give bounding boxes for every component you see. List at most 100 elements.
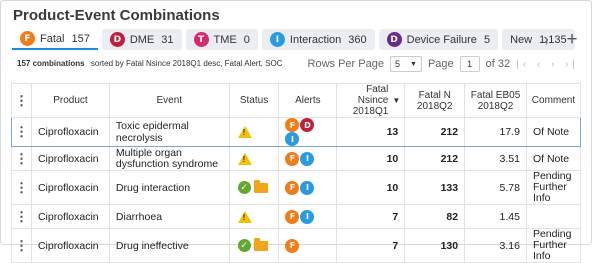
page-input[interactable]: 1 [459, 56, 480, 72]
cell-comment: Of Note [525, 117, 582, 147]
tab-count: 360 [348, 33, 367, 46]
chevron-right-icon[interactable]: › [539, 29, 553, 50]
check-icon: ✓ [237, 239, 251, 252]
alert-badge-icon: F [285, 238, 300, 253]
tab-label: DME [129, 33, 155, 46]
panel-title: Product-Event Combinations [13, 7, 220, 24]
warning-icon [237, 126, 252, 139]
table-row[interactable]: ⋮ Ciprofloxacin Drug ineffective ✓ F 7 130 3.16… [11, 228, 582, 263]
table-row[interactable]: ⋮ Ciprofloxacin Toxic epidermal necrolysis… [11, 117, 582, 147]
cell-product: Ciprofloxacin [30, 117, 110, 147]
tab-badge-icon: F [20, 31, 35, 46]
cell-comment [525, 204, 582, 229]
tab-count: 0 [243, 33, 250, 46]
tab-label: TME [213, 33, 237, 46]
cell-status [228, 204, 280, 229]
cell-fatal-nsince: 10 [336, 170, 406, 205]
col-product[interactable]: Product [30, 83, 110, 118]
cell-fatal-eb05: 3.16 [464, 228, 527, 263]
cell-fatal-n: 82 [404, 204, 466, 229]
col-status[interactable]: Status [228, 83, 280, 118]
more-vertical-icon: ⋮ [14, 179, 28, 195]
cell-fatal-n: 130 [404, 228, 466, 263]
rows-per-page-select[interactable]: 5 ▼ [389, 56, 422, 72]
cell-alerts: FI [278, 204, 338, 229]
column-menu[interactable]: ⋮ [11, 83, 32, 118]
chevron-down-icon: ▼ [410, 60, 417, 68]
pager: Rows Per Page 5 ▼ Page 1 of 32 |‹ ‹ › ›| [308, 56, 579, 72]
cell-comment: Of Note [525, 146, 582, 171]
cell-alerts: FI [278, 170, 338, 205]
more-vertical-icon: ⋮ [14, 124, 28, 139]
col-fatal-n[interactable]: Fatal N 2018Q2 [404, 83, 466, 118]
tab-device-failure[interactable]: D Device Failure 5 [378, 29, 499, 50]
tab-count: 31 [161, 33, 174, 46]
alert-badge-icon: I [300, 180, 315, 195]
warning-icon [237, 152, 252, 165]
cell-fatal-n: 212 [404, 146, 466, 171]
cell-comment: Pending Further Info [525, 170, 582, 205]
col-fatal-eb05[interactable]: Fatal EB05 2018Q2 [464, 83, 527, 118]
tab-badge-icon: D [109, 32, 125, 47]
row-menu[interactable]: ⋮ [11, 228, 32, 263]
col-alerts[interactable]: Alerts [278, 83, 338, 118]
tab-interaction[interactable]: I Interaction 360 [261, 29, 375, 50]
tab-label: Fatal [40, 32, 65, 45]
col-comment[interactable]: Comment [525, 83, 582, 118]
results-info: 157 combinations sorted by Fatal Nsince … [17, 59, 282, 68]
cell-product: Ciprofloxacin [30, 228, 110, 263]
row-menu[interactable]: ⋮ [11, 170, 32, 205]
col-event[interactable]: Event [108, 83, 230, 118]
alert-badge-icon: F [285, 180, 300, 195]
rows-per-page-label: Rows Per Page [307, 58, 384, 70]
table-row[interactable]: ⋮ Ciprofloxacin Drug interaction ✓ F I 10 133 5.… [11, 170, 582, 205]
table-row[interactable]: ⋮ Ciprofloxacin Multiple organ dysfunction… [11, 146, 582, 171]
alert-badge-icon: F [285, 118, 300, 132]
page-label: Page [427, 58, 454, 70]
cell-product: Ciprofloxacin [30, 204, 110, 229]
alert-badge-icon: D [300, 118, 315, 132]
cell-fatal-eb05: 5.78 [464, 170, 527, 205]
tab-fatal[interactable]: F Fatal 157 [12, 29, 98, 50]
results-table: ⋮ Product Event Status Alerts Fatal Nsin… [11, 83, 582, 263]
tab-label: Interaction [289, 33, 342, 46]
cell-status: ✓ [228, 228, 280, 263]
tab-tme[interactable]: T TME 0 [185, 29, 258, 50]
plus-icon[interactable]: + [563, 29, 581, 50]
cell-event: Drug ineffective [108, 228, 230, 263]
alert-badge-icon: I [285, 132, 300, 146]
sort-description: sorted by Fatal Nsince 2018Q1 desc, Fata… [90, 59, 283, 68]
cell-event: Drug interaction [108, 170, 230, 205]
col-fatal-nsince[interactable]: Fatal Nsince 2018Q1 ▼ [336, 83, 406, 118]
warning-icon [237, 210, 252, 223]
cell-fatal-nsince: 10 [336, 146, 406, 171]
page-nav-icons[interactable]: |‹ ‹ › ›| [516, 59, 579, 70]
cell-fatal-eb05: 3.51 [464, 146, 527, 171]
folder-icon[interactable] [253, 179, 268, 193]
panel: Product-Event Combinations F Fatal 157 D DME… [0, 0, 592, 263]
tab-badge-icon: T [193, 32, 209, 47]
cell-product: Ciprofloxacin [30, 146, 110, 171]
alert-badge-icon: F [285, 209, 300, 224]
tab-badge-icon: I [269, 32, 285, 47]
cell-fatal-nsince: 7 [336, 228, 406, 263]
alert-badge-icon: I [300, 209, 315, 224]
row-menu[interactable]: ⋮ [11, 146, 32, 171]
cell-alerts: F DI [278, 117, 338, 147]
cell-fatal-eb05: 1.45 [464, 204, 527, 229]
cell-fatal-n: 133 [404, 170, 466, 205]
tab-badge-icon: D [386, 32, 402, 47]
combinations-count: 157 combinations [17, 59, 85, 68]
tab-label: New [510, 33, 533, 46]
tab-dme[interactable]: D DME 31 [101, 29, 182, 50]
cell-fatal-n: 212 [404, 117, 466, 147]
table-row[interactable]: ⋮CiprofloxacinDiarrhoeaFI7821.45 [11, 204, 582, 229]
more-vertical-icon: ⋮ [14, 237, 28, 253]
row-menu[interactable]: ⋮ [11, 117, 32, 147]
check-icon: ✓ [237, 181, 251, 194]
cell-comment: Pending Further Info [525, 228, 582, 263]
row-menu[interactable]: ⋮ [11, 204, 32, 229]
cell-fatal-eb05: 17.9 [464, 117, 527, 147]
folder-icon[interactable] [253, 237, 268, 251]
tab-count: 157 [71, 32, 90, 45]
